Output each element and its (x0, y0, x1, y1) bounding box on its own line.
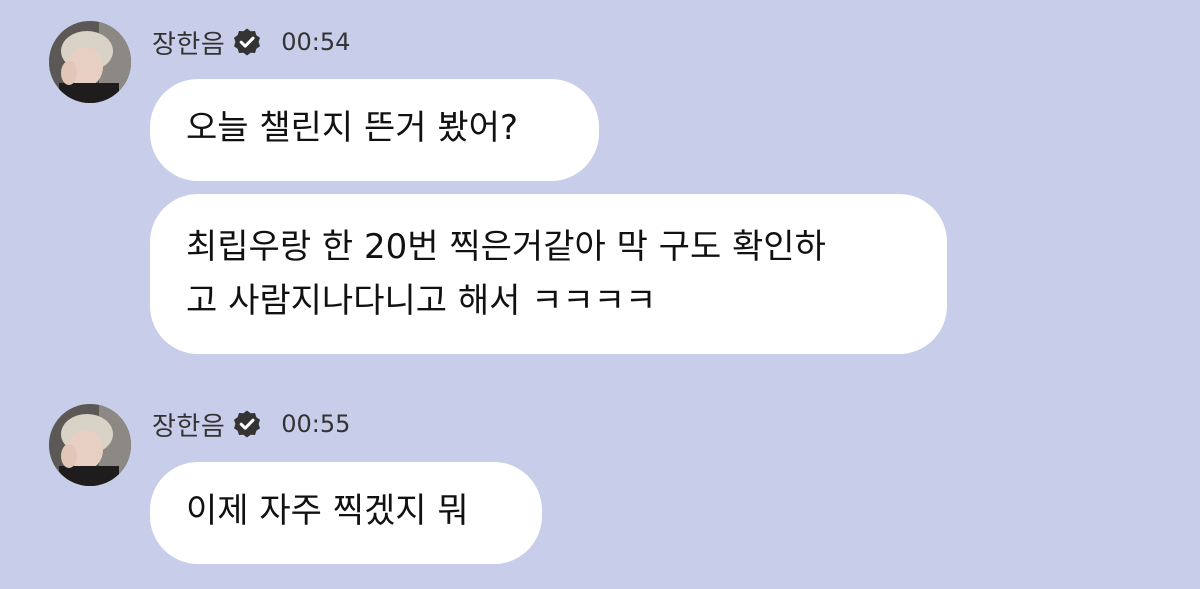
message-text: 고 사람지나다니고 해서 ㅋㅋㅋㅋ (186, 281, 657, 321)
timestamp: 00:55 (281, 410, 351, 438)
message-text: 오늘 챌린지 뜬거 봤어? (186, 108, 518, 148)
avatar-image (49, 21, 131, 103)
avatar-image (49, 404, 131, 486)
message-text: 이제 자주 찍겠지 뭐 (186, 491, 469, 531)
timestamp: 00:54 (281, 28, 351, 56)
message-text: 최립우랑 한 20번 찍은거같아 막 구도 확인하 (186, 227, 826, 267)
user-avatar[interactable] (49, 21, 131, 103)
message-bubble[interactable]: 최립우랑 한 20번 찍은거같아 막 구도 확인하 고 사람지나다니고 해서 ㅋ… (150, 194, 947, 354)
sender-name[interactable]: 장한음 (152, 24, 225, 61)
sender-name[interactable]: 장한음 (152, 406, 225, 443)
chat-screen: { "messages": [ { "sender": "장한음", "time… (0, 0, 1200, 589)
user-avatar[interactable] (49, 404, 131, 486)
message-bubble[interactable]: 오늘 챌린지 뜬거 봤어? (150, 79, 599, 181)
message-header: 장한음 00:55 (152, 404, 350, 444)
message-header: 장한음 00:54 (152, 22, 350, 62)
verified-badge-icon (234, 28, 261, 56)
verified-badge-icon (234, 410, 261, 438)
message-bubble[interactable]: 이제 자주 찍겠지 뭐 (150, 462, 542, 564)
